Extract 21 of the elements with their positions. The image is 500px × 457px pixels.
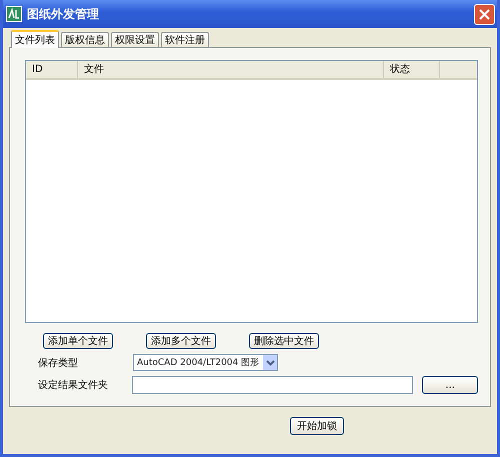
column-header[interactable]: 文件 [78, 61, 384, 78]
chevron-down-icon [266, 360, 274, 366]
tab[interactable]: 版权信息 [61, 32, 109, 47]
close-button[interactable] [474, 4, 495, 24]
close-icon [479, 8, 490, 20]
output-folder-field[interactable] [132, 376, 414, 394]
tab[interactable]: 权限设置 [111, 32, 159, 47]
save-type-dropdown[interactable]: AutoCAD 2004/LT2004 图形 [133, 354, 278, 371]
column-header[interactable]: 状态 [384, 61, 440, 78]
app-icon [6, 6, 22, 22]
save-type-label: 保存类型 [37, 356, 79, 370]
tab[interactable]: 软件注册 [161, 32, 209, 47]
list-action-button[interactable]: 添加单个文件 [43, 333, 113, 349]
column-header[interactable]: ID [26, 61, 78, 78]
start-button[interactable]: 开始加锁 [290, 417, 344, 435]
window-title: 图纸外发管理 [27, 6, 100, 22]
list-action-button[interactable]: 删除选中文件 [249, 333, 319, 349]
output-folder-label: 设定结果文件夹 [37, 378, 109, 392]
browse-button[interactable]: ... [422, 376, 478, 394]
list-action-button[interactable]: 添加多个文件 [146, 333, 216, 349]
tab[interactable]: 文件列表 [11, 30, 59, 48]
